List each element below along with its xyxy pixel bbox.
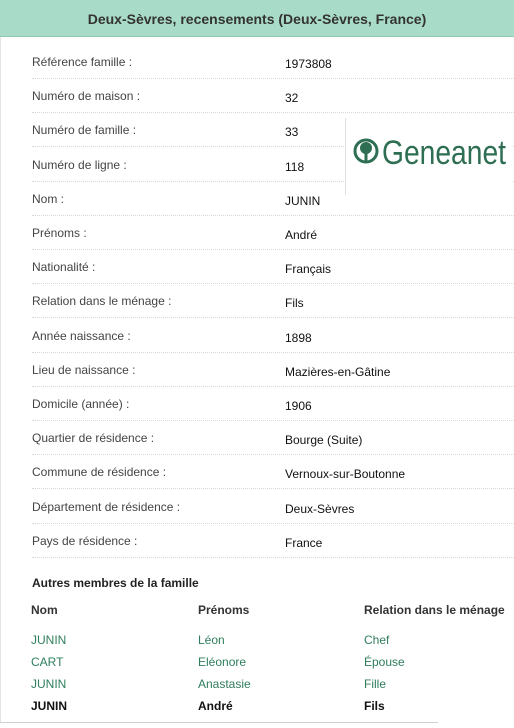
- field-label: Département de résidence :: [32, 499, 181, 514]
- field-label: Commune de résidence :: [32, 465, 167, 480]
- field-label: Nom :: [32, 191, 65, 206]
- tree-logo-icon: Geneanet: [353, 137, 506, 172]
- field-value: 1973808: [285, 57, 332, 71]
- field-label: Référence famille :: [32, 55, 133, 69]
- field-row: Prénoms : André: [32, 216, 514, 250]
- field-row: Année naissance : 1898: [32, 319, 514, 353]
- divider: [0, 722, 438, 723]
- field-value: 1898: [285, 330, 312, 345]
- column-header-relation: Relation dans le ménage: [364, 603, 505, 617]
- field-label: Numéro de ligne :: [32, 157, 127, 172]
- member-nom: JUNIN: [31, 699, 68, 713]
- field-label: Numéro de maison :: [32, 89, 141, 104]
- field-row: Référence famille : 1973808: [32, 45, 514, 79]
- member-nom[interactable]: JUNIN: [31, 677, 66, 691]
- field-value: Bourge (Suite): [285, 433, 363, 448]
- field-value: 118: [285, 159, 305, 174]
- field-label: Nationalité :: [32, 260, 96, 275]
- field-row: Département de résidence : Deux-Sèvres: [32, 490, 514, 524]
- member-prenoms[interactable]: Anastasie: [198, 677, 251, 691]
- page-title: Deux-Sèvres, recensements (Deux-Sèvres, …: [87, 11, 427, 27]
- field-value: André: [285, 228, 318, 242]
- member-nom[interactable]: CART: [31, 655, 63, 669]
- field-value: Vernoux-sur-Boutonne: [285, 467, 406, 482]
- member-prenoms[interactable]: Léon: [198, 633, 225, 647]
- family-member-row: JUNIN André Fils: [0, 699, 514, 721]
- field-label: Pays de résidence :: [32, 533, 138, 548]
- field-label: Relation dans le ménage :: [32, 294, 172, 309]
- field-row: Numéro de maison : 32: [32, 79, 514, 114]
- member-nom[interactable]: JUNIN: [31, 633, 66, 647]
- family-member-row[interactable]: JUNIN Léon Chef: [0, 633, 514, 655]
- field-row: Nationalité : Français: [32, 250, 514, 285]
- field-row: Domicile (année) : 1906: [32, 387, 514, 421]
- field-value: 1906: [285, 399, 312, 413]
- field-row: Pays de résidence : France: [32, 524, 514, 558]
- field-label: Lieu de naissance :: [32, 362, 136, 377]
- field-label: Prénoms :: [32, 226, 87, 240]
- field-value: Mazières-en-Gâtine: [285, 364, 391, 379]
- column-header-nom: Nom: [31, 603, 58, 617]
- record-panel: Référence famille : 1973808 Numéro de mais…: [0, 37, 514, 722]
- field-value: Deux-Sèvres: [285, 501, 355, 516]
- field-row: Quartier de résidence : Bourge (Suite): [32, 421, 514, 456]
- field-row: Commune de résidence : Vernoux-sur-Bouton…: [32, 455, 514, 490]
- field-value: 33: [285, 125, 299, 140]
- geneanet-logo[interactable]: Geneanet: [345, 118, 512, 195]
- field-label: Année naissance :: [32, 328, 131, 343]
- field-value: JUNIN: [285, 193, 321, 208]
- field-row: Lieu de naissance : Mazières-en-Gâtine: [32, 353, 514, 387]
- field-value: 32: [285, 91, 299, 106]
- member-relation[interactable]: Fille: [364, 677, 386, 691]
- field-label: Numéro de famille :: [32, 123, 137, 138]
- column-header-prenoms: Prénoms: [198, 603, 250, 617]
- field-label: Domicile (année) :: [32, 397, 130, 411]
- family-member-row[interactable]: JUNIN Anastasie Fille: [0, 677, 514, 699]
- field-value: France: [285, 535, 323, 550]
- member-relation[interactable]: Chef: [364, 633, 389, 647]
- field-label: Quartier de résidence :: [32, 431, 155, 446]
- logo-text: Geneanet: [382, 137, 506, 172]
- member-prenoms[interactable]: Eléonore: [198, 655, 246, 669]
- member-relation[interactable]: Épouse: [364, 655, 405, 669]
- member-prenoms: André: [198, 699, 233, 713]
- field-value: Français: [285, 262, 332, 277]
- field-value: Fils: [285, 296, 304, 311]
- family-member-row[interactable]: CART Eléonore Épouse: [0, 655, 514, 677]
- family-section-title: Autres membres de la famille: [32, 576, 199, 590]
- field-row: Relation dans le ménage : Fils: [32, 284, 514, 319]
- page-header: Deux-Sèvres, recensements (Deux-Sèvres, …: [0, 0, 514, 37]
- member-relation: Fils: [364, 699, 385, 713]
